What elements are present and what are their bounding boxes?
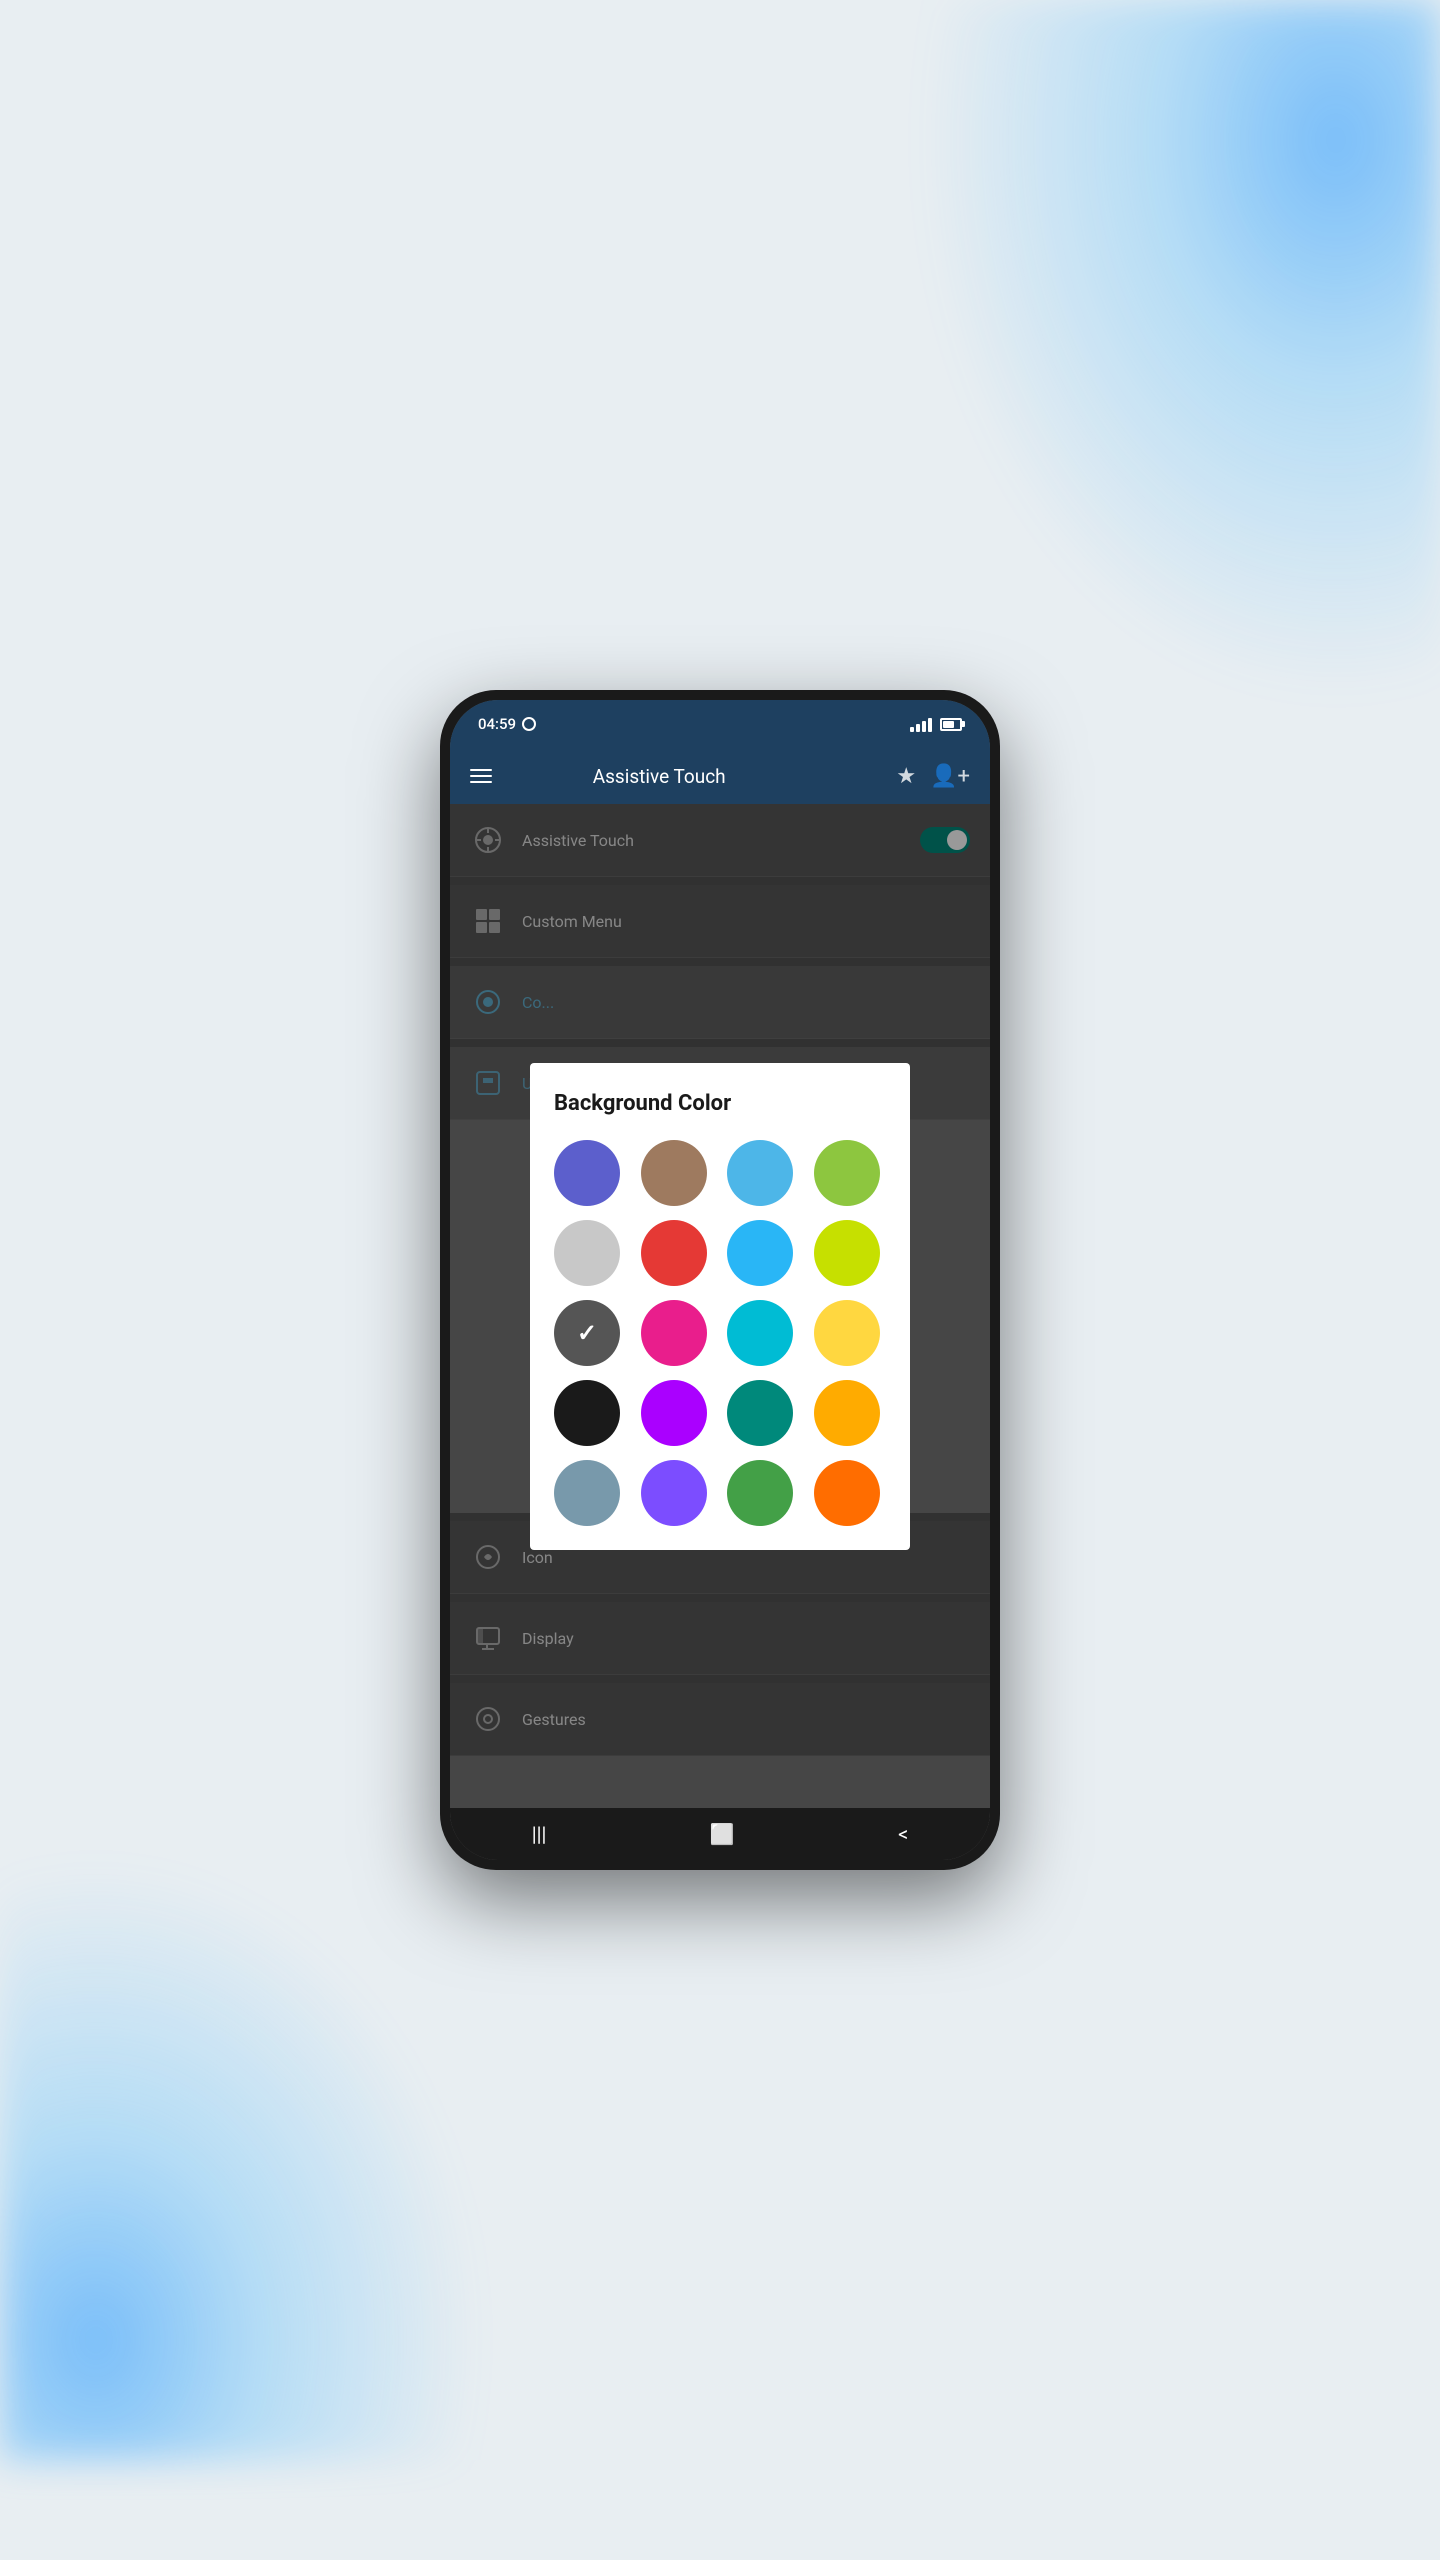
color-option-yellow-green[interactable] [814, 1220, 880, 1286]
background-color-dialog: Background Color [530, 1063, 910, 1550]
color-option-blue[interactable] [727, 1140, 793, 1206]
app-bar: Assistive Touch ★ 👤+ [450, 748, 990, 804]
color-option-cyan[interactable] [727, 1300, 793, 1366]
phone-screen: 04:59 Assistive [450, 700, 990, 1860]
signal-bar-2 [916, 724, 920, 732]
dialog-title: Background Color [554, 1091, 886, 1116]
back-button[interactable]: < [874, 1812, 932, 1856]
hamburger-menu-button[interactable] [470, 769, 492, 783]
color-option-red[interactable] [641, 1220, 707, 1286]
color-option-steel-blue[interactable] [554, 1460, 620, 1526]
color-grid [554, 1140, 886, 1526]
phone-shell: 04:59 Assistive [440, 690, 1000, 1870]
color-option-lime[interactable] [814, 1140, 880, 1206]
signal-bar-1 [910, 727, 914, 732]
color-option-gray[interactable] [554, 1220, 620, 1286]
color-option-purple[interactable] [641, 1380, 707, 1446]
time-text: 04:59 [478, 715, 516, 733]
battery-icon [940, 718, 962, 731]
app-bar-actions: ★ 👤+ [896, 764, 970, 789]
color-option-pink[interactable] [641, 1300, 707, 1366]
status-bar: 04:59 [450, 700, 990, 748]
color-option-violet[interactable] [641, 1460, 707, 1526]
smoke-decoration-bottom [0, 1860, 480, 2460]
dialog-overlay: Background Color [450, 804, 990, 1808]
status-circle-icon [522, 717, 536, 731]
color-option-dark-gray[interactable] [554, 1300, 620, 1366]
signal-bar-4 [928, 718, 932, 732]
status-time: 04:59 [478, 715, 536, 733]
smoke-decoration-top [920, 0, 1440, 700]
hamburger-line-3 [470, 781, 492, 783]
color-option-sky-blue[interactable] [727, 1220, 793, 1286]
color-option-green[interactable] [727, 1460, 793, 1526]
hamburger-line-1 [470, 769, 492, 771]
color-option-yellow[interactable] [814, 1300, 880, 1366]
color-option-amber[interactable] [814, 1380, 880, 1446]
color-option-brown[interactable] [641, 1140, 707, 1206]
signal-bar-3 [922, 721, 926, 732]
color-option-orange[interactable] [814, 1460, 880, 1526]
color-option-indigo[interactable] [554, 1140, 620, 1206]
app-title: Assistive Touch [508, 765, 810, 788]
content-area: Assistive Touch [450, 804, 990, 1808]
recent-apps-button[interactable]: ||| [508, 1812, 571, 1856]
home-button[interactable]: ⬜ [686, 1812, 759, 1856]
bottom-nav: ||| ⬜ < [450, 1808, 990, 1860]
status-icons [910, 716, 962, 732]
color-option-teal[interactable] [727, 1380, 793, 1446]
color-option-black[interactable] [554, 1380, 620, 1446]
signal-icon [910, 716, 932, 732]
battery-fill [943, 721, 954, 728]
hamburger-line-2 [470, 775, 492, 777]
favorite-button[interactable]: ★ [896, 764, 916, 789]
add-person-button[interactable]: 👤+ [930, 764, 970, 789]
